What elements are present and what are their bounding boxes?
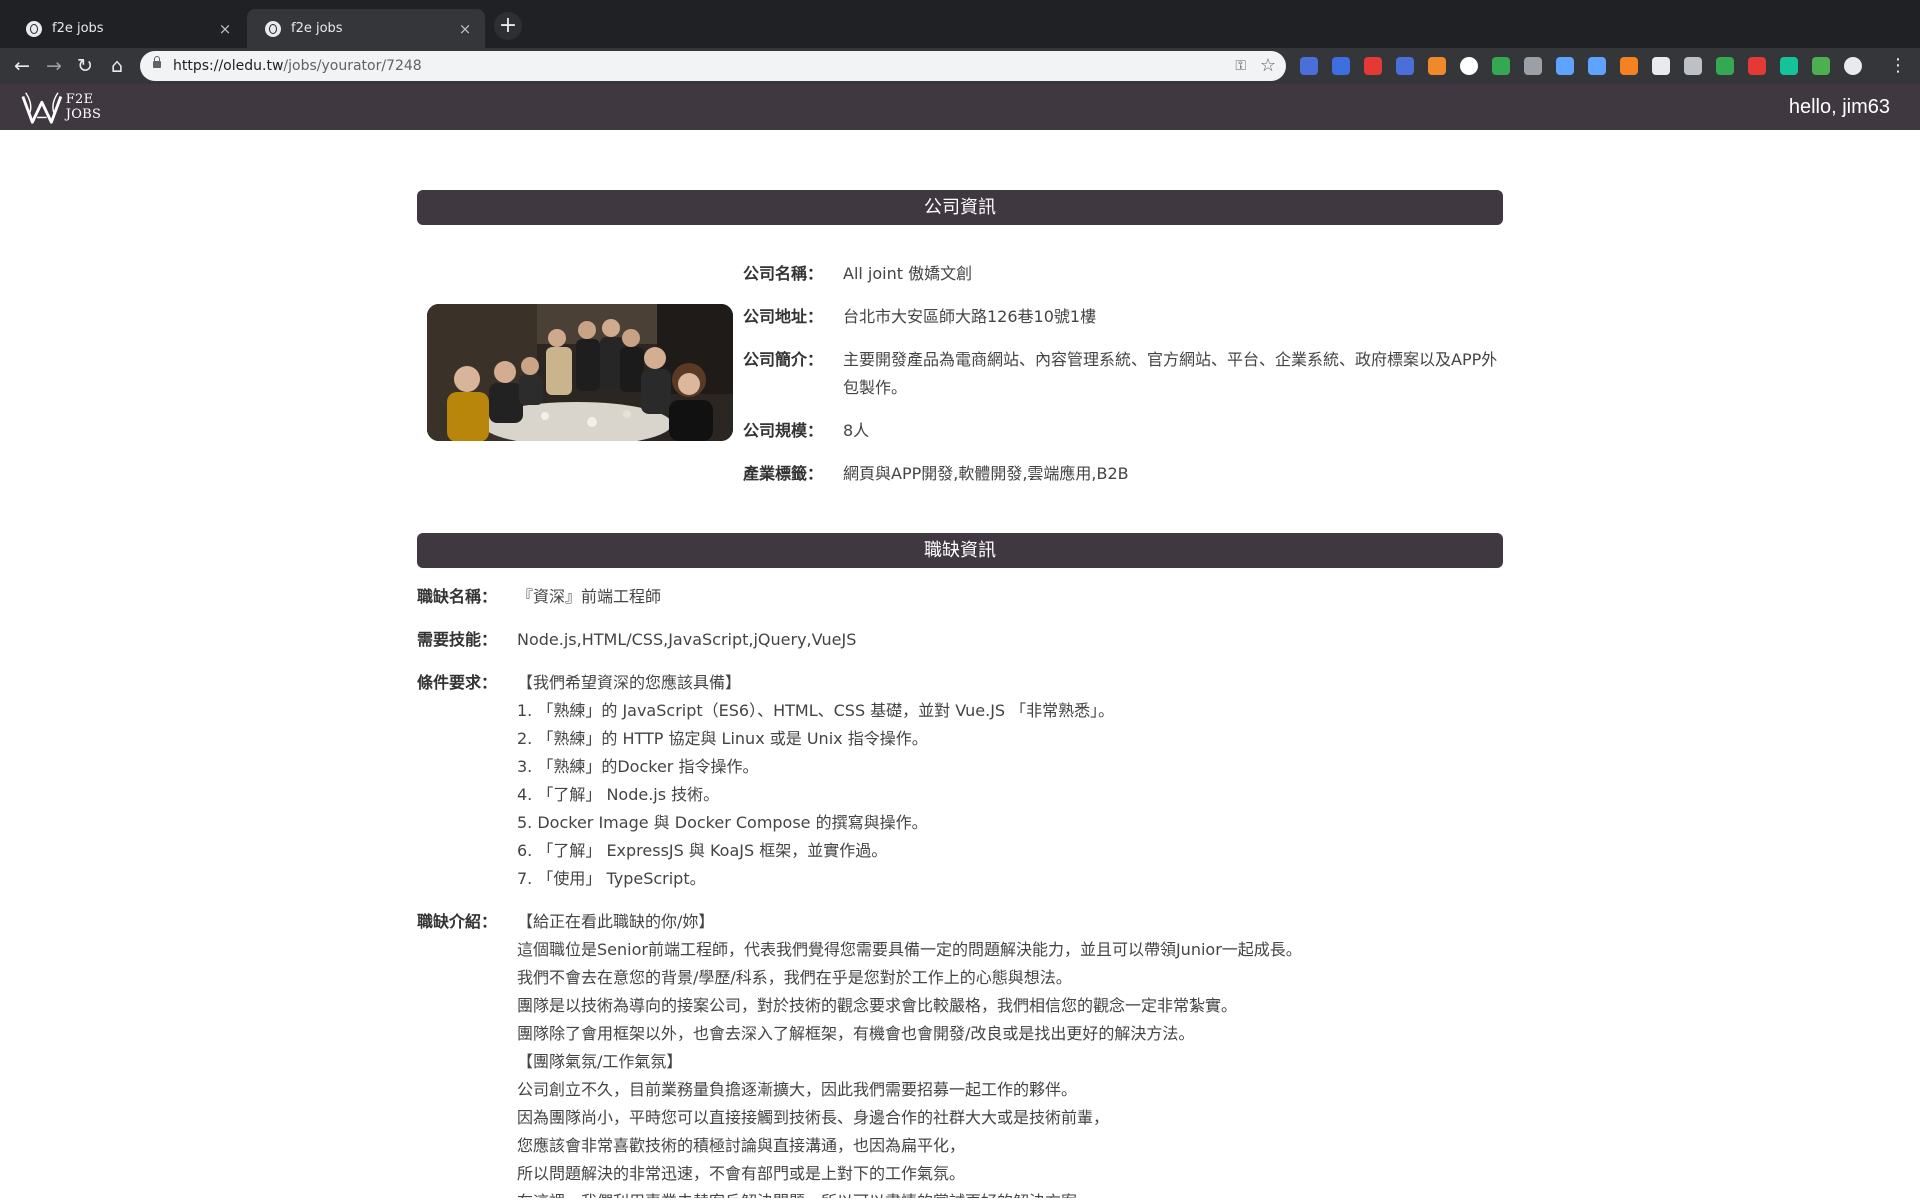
job-skills-value: Node.js,HTML/CSS,JavaScript,jQuery,VueJS [517, 630, 857, 649]
browser-tabstrip: f2e jobs × f2e jobs × + [0, 0, 1920, 48]
extension-icon[interactable] [1524, 57, 1542, 75]
globe-icon [26, 20, 42, 37]
browser-tab-1[interactable]: f2e jobs × [8, 9, 245, 48]
extension-icon[interactable] [1716, 57, 1734, 75]
extension-icon[interactable] [1364, 57, 1382, 75]
url-text: https://oledu.tw/jobs/yourator/7248 [173, 58, 422, 74]
tab-title: f2e jobs [291, 21, 343, 36]
job-requirements-label: 條件要求： [417, 673, 498, 692]
extension-icon[interactable] [1748, 57, 1766, 75]
extension-icon[interactable] [1812, 57, 1830, 75]
globe-icon [265, 20, 281, 37]
company-industry-label: 產業標籤： [743, 464, 824, 483]
address-bar[interactable]: https://oledu.tw/jobs/yourator/7248 ⚿ ☆ [140, 51, 1286, 81]
job-title-value: 『資深』前端工程師 [517, 587, 662, 606]
extension-icon[interactable] [1844, 57, 1862, 75]
description-line: 所以問題解決的非常迅速，不會有部門或是上對下的工作氣氛。 [517, 1164, 966, 1183]
description-line: 您應該會非常喜歡技術的積極討論與直接溝通，也因為扁平化， [517, 1136, 966, 1155]
logo-mark-icon [21, 92, 63, 124]
requirement-line: 1. 「熟練」的 JavaScript（ES6）、HTML、CSS 基礎，並對 … [517, 701, 1115, 720]
requirement-line: 4. 「了解」 Node.js 技術。 [517, 785, 720, 804]
tab-title: f2e jobs [52, 21, 104, 36]
description-line: 團隊是以技術為導向的接案公司，對於技術的觀念要求會比較嚴格，我們相信您的觀念一定… [517, 996, 1238, 1015]
back-arrow-icon[interactable]: ← [8, 52, 36, 80]
job-title-row: 職缺名稱： 『資深』前端工程師 [417, 583, 1503, 611]
browser-toolbar: ← → ↻ ⌂ https://oledu.tw/jobs/yourator/7… [0, 48, 1920, 84]
extension-icon[interactable] [1396, 57, 1414, 75]
job-description-text: 【給正在看此職缺的你/妳】 這個職位是Senior前端工程師，代表我們覺得您需要… [517, 908, 1302, 1198]
company-intro-row: 公司簡介： 主要開發產品為電商網站、內容管理系統、官方網站、平台、企業系統、政府… [743, 346, 1503, 402]
requirement-line: 7. 「使用」 TypeScript。 [517, 869, 706, 888]
lock-icon [153, 56, 161, 68]
job-requirements-row: 條件要求： 【我們希望資深的您應該具備】 1. 「熟練」的 JavaScript… [417, 669, 1503, 893]
description-line: 我們不會去在意您的背景/學歷/科系，我們在乎是您對於工作上的心態與想法。 [517, 968, 1072, 987]
description-line: 【給正在看此職缺的你/妳】 [517, 912, 715, 931]
description-line: 【團隊氣氛/工作氣氛】 [517, 1052, 683, 1071]
logo-text: F2E JOBS [65, 92, 102, 122]
company-address-row: 公司地址： 台北市大安區師大路126巷10號1樓 [743, 303, 1503, 331]
user-greeting[interactable]: hello, jim63 [1789, 84, 1890, 130]
extension-icon[interactable] [1332, 57, 1350, 75]
more-menu-icon[interactable]: ⋮ [1888, 52, 1908, 80]
extension-icon[interactable] [1428, 57, 1446, 75]
requirement-line: 3. 「熟練」的Docker 指令操作。 [517, 757, 759, 776]
company-section-title: 公司資訊 [417, 190, 1503, 225]
description-line: 公司創立不久，目前業務量負擔逐漸擴大，因此我們需要招募一起工作的夥伴。 [517, 1080, 1078, 1099]
company-address-value: 台北市大安區師大路126巷10號1樓 [843, 307, 1097, 326]
company-intro-label: 公司簡介： [743, 350, 824, 369]
company-size-row: 公司規模： 8人 [743, 417, 1503, 445]
company-intro-value: 主要開發產品為電商網站、內容管理系統、官方網站、平台、企業系統、政府標案以及AP… [843, 350, 1498, 397]
bookmark-star-icon[interactable]: ☆ [1260, 55, 1276, 76]
requirement-line: 【我們希望資深的您應該具備】 [517, 673, 742, 692]
job-description-label: 職缺介紹： [417, 912, 498, 931]
extension-icon[interactable] [1652, 57, 1670, 75]
home-icon[interactable]: ⌂ [103, 52, 131, 80]
extension-icon[interactable] [1460, 57, 1478, 75]
job-section-title: 職缺資訊 [417, 533, 1503, 568]
job-title-label: 職缺名稱： [417, 587, 498, 606]
description-line: 因為團隊尚小，平時您可以直接接觸到技術長、身邊合作的社群大大或是技術前輩， [517, 1108, 1110, 1127]
forward-arrow-icon[interactable]: → [40, 52, 68, 80]
tab-close-icon[interactable]: × [457, 21, 473, 37]
company-team-photo [427, 304, 733, 441]
company-name-value: All joint 傲嬌文創 [843, 264, 973, 283]
description-line: 在這裡，我們利用專業去替客戶解決問題，所以可以盡情的嘗試更好的解決方案。 [517, 1188, 1302, 1198]
extension-icon[interactable] [1684, 57, 1702, 75]
job-description-row: 職缺介紹： 【給正在看此職缺的你/妳】 這個職位是Senior前端工程師，代表我… [417, 908, 1503, 1198]
key-icon[interactable]: ⚿ [1235, 58, 1246, 74]
requirement-line: 5. Docker Image 與 Docker Compose 的撰寫與操作。 [517, 813, 928, 832]
job-skills-row: 需要技能： Node.js,HTML/CSS,JavaScript,jQuery… [417, 626, 1503, 654]
job-skills-label: 需要技能： [417, 630, 498, 649]
site-header: F2E JOBS hello, jim63 [0, 84, 1920, 130]
company-industry-value: 網頁與APP開發,軟體開發,雲端應用,B2B [843, 464, 1129, 483]
company-industry-row: 產業標籤： 網頁與APP開發,軟體開發,雲端應用,B2B [743, 460, 1503, 488]
company-size-label: 公司規模： [743, 421, 824, 440]
new-tab-button[interactable]: + [494, 12, 522, 40]
requirement-line: 6. 「了解」 ExpressJS 與 KoaJS 框架，並實作過。 [517, 841, 888, 860]
description-line: 團隊除了會用框架以外，也會去深入了解框架，有機會也會開發/改良或是找出更好的解決… [517, 1024, 1195, 1043]
company-address-label: 公司地址： [743, 307, 824, 326]
tab-close-icon[interactable]: × [217, 21, 233, 37]
extension-icon[interactable] [1556, 57, 1574, 75]
site-logo[interactable]: F2E JOBS [20, 88, 130, 126]
extension-icon[interactable] [1780, 57, 1798, 75]
extension-icon[interactable] [1588, 57, 1606, 75]
company-name-row: 公司名稱： All joint 傲嬌文創 [743, 260, 1503, 288]
company-name-label: 公司名稱： [743, 264, 824, 283]
extension-icon[interactable] [1492, 57, 1510, 75]
company-size-value: 8人 [843, 421, 870, 440]
browser-tab-2-active[interactable]: f2e jobs × [247, 9, 485, 48]
description-line: 這個職位是Senior前端工程師，代表我們覺得您需要具備一定的問題解決能力，並且… [517, 940, 1302, 959]
extension-icon[interactable] [1620, 57, 1638, 75]
reload-icon[interactable]: ↻ [71, 52, 99, 80]
requirement-line: 2. 「熟練」的 HTTP 協定與 Linux 或是 Unix 指令操作。 [517, 729, 928, 748]
extension-icon[interactable] [1300, 57, 1318, 75]
job-requirements-list: 【我們希望資深的您應該具備】 1. 「熟練」的 JavaScript（ES6）、… [517, 669, 1114, 893]
